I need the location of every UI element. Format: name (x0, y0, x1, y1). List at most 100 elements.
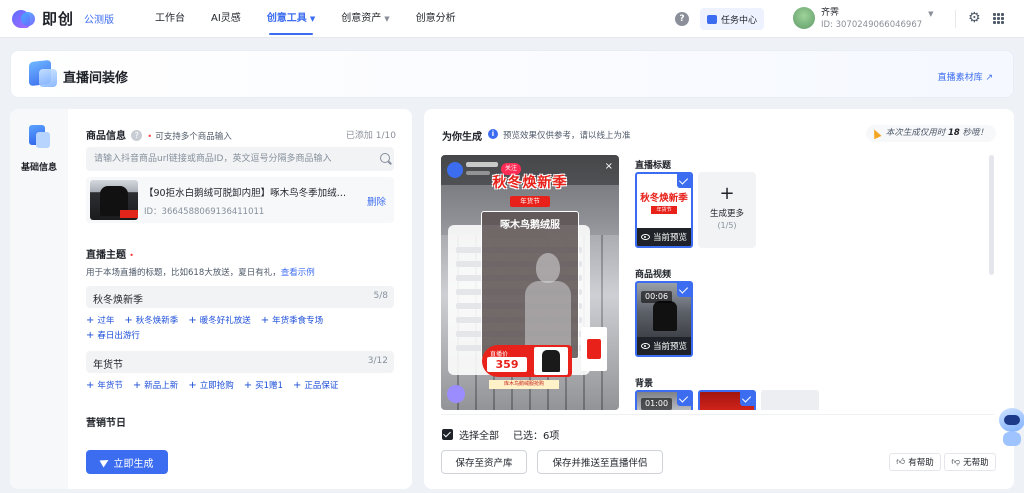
product-search-input[interactable] (86, 147, 394, 171)
options-scrollbar[interactable] (989, 155, 994, 275)
marketing-section-title: 营销节日 (86, 418, 126, 429)
nav-creative-assets[interactable]: 创意资产 ▼ (328, 0, 402, 38)
thumbs-down-icon: 👎︎ (951, 457, 961, 467)
task-icon (707, 14, 717, 24)
divider (441, 414, 994, 415)
product-section-title: 商品信息 (86, 131, 126, 142)
video-duration: 00:06 (641, 291, 673, 303)
current-preview-label: 当前预览 (637, 337, 691, 355)
help-icon[interactable]: ? (675, 12, 689, 26)
holiday-suggestion-chip[interactable]: + 正品保证 (293, 378, 338, 393)
required-dot: • (147, 132, 153, 141)
product-card: 【90拒水白鹅绒可脱卸内胆】啄木鸟冬季加绒… ID：36645880691364… (86, 177, 394, 223)
delete-product-button[interactable]: 删除 (367, 194, 386, 208)
preview-hint: 预览效果仅供参考，请以线上为准 (503, 131, 631, 141)
logo-icon (12, 9, 38, 28)
settings-panel: 基础信息 商品信息 ? • 可支持多个商品输入 已添加 1/10 【90拒水白鹅… (10, 109, 412, 489)
title-option-thumbnail[interactable]: 秋冬焕新季 年货节 当前预览 (635, 172, 693, 248)
app-logo[interactable]: 即创 公测版 (12, 8, 114, 29)
chevron-down-icon: ▼ (928, 9, 934, 18)
close-icon: × (604, 161, 613, 172)
generate-now-button[interactable]: 立即生成 (86, 450, 168, 474)
eye-icon (640, 234, 650, 240)
document-icon (29, 125, 51, 149)
holiday-suggestion-chip[interactable]: + 买1赠1 (244, 378, 283, 393)
select-all-checkbox[interactable]: 选择全部 已选：6项 (442, 427, 559, 442)
chevron-down-icon: ▼ (309, 14, 316, 23)
background-option-thumbnail[interactable] (761, 390, 819, 410)
buy-strip: 库木鸟鹅绒服抢购 (489, 380, 559, 389)
theme-suggestion-chip[interactable]: + 年货季食专场 (261, 313, 323, 328)
theme-suggestion-chip[interactable]: + 春日出游行 (86, 328, 140, 343)
beta-label: 公测版 (84, 15, 115, 26)
mini-product-card (581, 327, 607, 371)
sidebar-item-label: 基础信息 (20, 163, 57, 173)
product-hint: 可支持多个商品输入 (155, 132, 232, 142)
task-center-button[interactable]: 任务中心 (700, 8, 764, 30)
product-name: 【90拒水白鹅绒可脱卸内胆】啄木鸟冬季加绒… (144, 188, 347, 199)
avatar (793, 6, 815, 29)
assistant-robot-icon[interactable] (997, 402, 1024, 448)
info-icon: i (488, 129, 498, 139)
live-material-library-link[interactable]: 直播素材库 ↗ (938, 70, 993, 83)
preview-title-banner: 秋冬焕新季 年货节 (492, 175, 568, 207)
page-header: 直播间装修 直播素材库 ↗ (10, 50, 1014, 98)
holiday-suggestion-chip[interactable]: + 年货节 (86, 378, 123, 393)
search-icon[interactable] (380, 153, 390, 163)
theme-suggestion-chip[interactable]: + 秋冬焕新季 (124, 313, 178, 328)
nav-creative-analysis[interactable]: 创意分析 (403, 0, 469, 38)
divider (955, 10, 956, 28)
price-sticker: 直播价 359 (482, 345, 572, 377)
holiday-suggestion-chip[interactable]: + 立即抢购 (188, 378, 233, 393)
theme-char-count: 5/8 (373, 291, 388, 301)
product-id: ID：3664588069136411011 (144, 207, 265, 217)
user-id: ID: 3070249066046967 (821, 20, 923, 30)
not-helpful-button[interactable]: 👎︎ 无帮助 (944, 453, 996, 471)
view-example-link[interactable]: 查看示例 (281, 268, 315, 278)
sidebar-item-basic-info[interactable]: 基础信息 (10, 109, 68, 489)
result-panel: 为你生成 i 预览效果仅供参考，请以线上为准 本次生成仅用时 18 秒哦！ 关注… (424, 109, 1014, 489)
theme-suggestion-chip[interactable]: + 过年 (86, 313, 114, 328)
nav-creative-tools[interactable]: 创意工具 ▼ (254, 0, 328, 38)
send-icon (99, 456, 110, 468)
save-and-push-button[interactable]: 保存并推送至直播伴侣 (537, 450, 663, 474)
checkmark-icon (677, 392, 691, 406)
selected-count: 已选：6项 (513, 431, 560, 442)
viewer-avatar (447, 385, 465, 403)
plus-icon: + (719, 183, 735, 204)
gear-icon[interactable]: ⚙ (968, 11, 981, 25)
helpful-button[interactable]: 👍︎ 有帮助 (889, 453, 941, 471)
nav-workbench[interactable]: 工作台 (142, 0, 198, 38)
title-option-label: 直播标题 (635, 161, 672, 171)
holiday-input-value: 年货节 (93, 360, 123, 371)
party-icon (870, 127, 882, 140)
nav-ai-inspiration[interactable]: AI灵感 (198, 0, 254, 38)
checkmark-icon (677, 174, 691, 188)
thumbs-up-icon: 👍︎ (896, 457, 906, 467)
theme-suggestions: + 过年 + 秋冬焕新季 + 暖冬好礼放送 + 年货季食专场 + 春日出游行 (86, 313, 396, 343)
video-option-thumbnail[interactable]: 00:06 当前预览 (635, 281, 693, 357)
eye-icon (640, 343, 650, 349)
question-icon[interactable]: ? (131, 130, 143, 141)
top-navigation-bar: 即创 公测版 工作台 AI灵感 创意工具 ▼ 创意资产 ▼ 创意分析 ? 任务中心 … (0, 0, 1024, 38)
user-name: 齐霁 (821, 8, 840, 18)
theme-input[interactable]: 秋冬焕新季 5/8 (86, 286, 394, 308)
holiday-input[interactable]: 年货节 3/12 (86, 351, 394, 373)
generate-more-button[interactable]: + 生成更多 (1/5) (698, 172, 756, 248)
background-option-label: 背景 (635, 379, 654, 389)
background-option-thumbnail[interactable]: 01:00 (635, 390, 693, 410)
current-preview-label: 当前预览 (637, 228, 691, 246)
checkmark-icon (677, 283, 691, 297)
save-to-assets-button[interactable]: 保存至资产库 (441, 450, 527, 474)
product-image (90, 180, 138, 220)
user-menu[interactable]: 齐霁 ID: 3070249066046967 ▼ (793, 5, 934, 30)
required-dot: • (129, 251, 134, 260)
streamer-avatar (447, 162, 463, 178)
app-grid-icon[interactable] (993, 13, 1004, 24)
checkbox-checked-icon (442, 429, 453, 440)
holiday-suggestion-chip[interactable]: + 新品上新 (133, 378, 178, 393)
checkmark-icon (740, 392, 754, 406)
theme-suggestion-chip[interactable]: + 暖冬好礼放送 (188, 313, 250, 328)
background-option-thumbnail[interactable] (698, 390, 756, 410)
holiday-char-count: 3/12 (367, 356, 388, 366)
